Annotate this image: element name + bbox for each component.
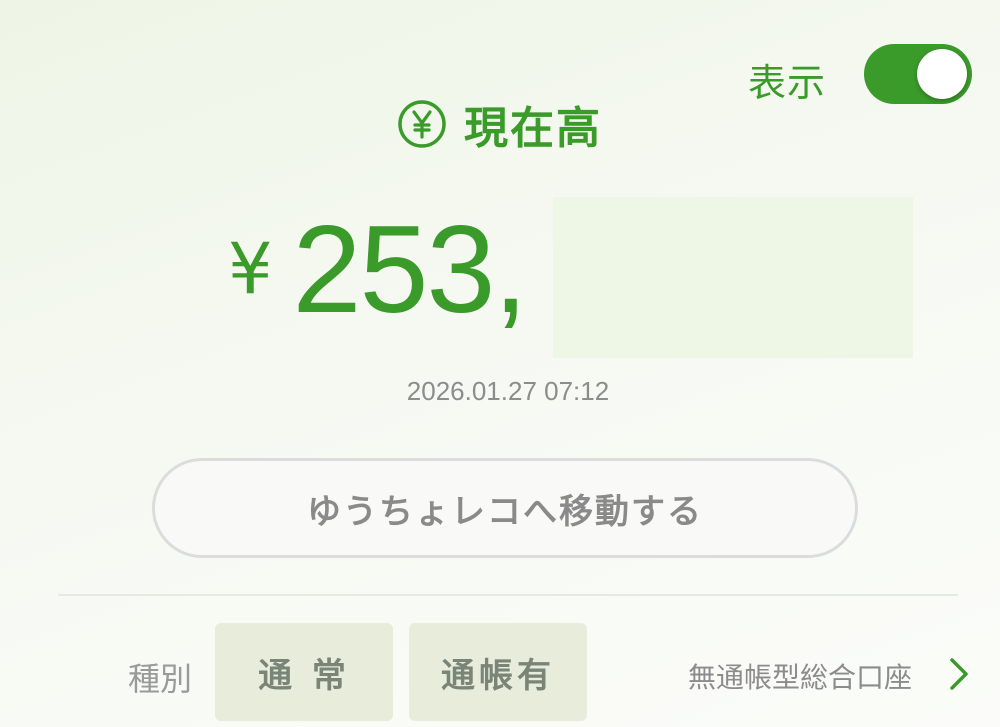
- divider: [58, 594, 958, 596]
- balance-timestamp: 2026.01.27 07:12: [406, 376, 610, 406]
- chip-passbook: 通帳有: [409, 623, 587, 721]
- balance-heading: 現在高: [396, 92, 602, 156]
- account-type-link[interactable]: 無通帳型総合口座: [688, 656, 912, 696]
- display-toggle-label: 表示: [748, 61, 827, 105]
- masked-amount: [553, 197, 913, 358]
- chevron-right-icon[interactable]: [948, 656, 970, 692]
- display-toggle[interactable]: [864, 44, 972, 104]
- move-to-yucho-reco-button[interactable]: ゆうちょレコへ移動する: [152, 458, 858, 558]
- balance-value: 253,: [292, 201, 528, 339]
- chip-normal: 通 常: [215, 623, 393, 721]
- page-title: 現在高: [464, 103, 602, 154]
- move-button-label: ゆうちょレコへ移動する: [307, 491, 703, 532]
- yen-circle-icon: [398, 100, 446, 148]
- balance-card: 表示 現在高 ¥ 253, 2026.01.27 07:12 ゆうちょレコへ移動…: [0, 0, 1000, 727]
- account-kind-label: 種別: [128, 660, 193, 698]
- toggle-knob: [917, 49, 967, 99]
- currency-symbol: ¥: [228, 228, 273, 310]
- balance-amount: ¥ 253,: [228, 201, 528, 339]
